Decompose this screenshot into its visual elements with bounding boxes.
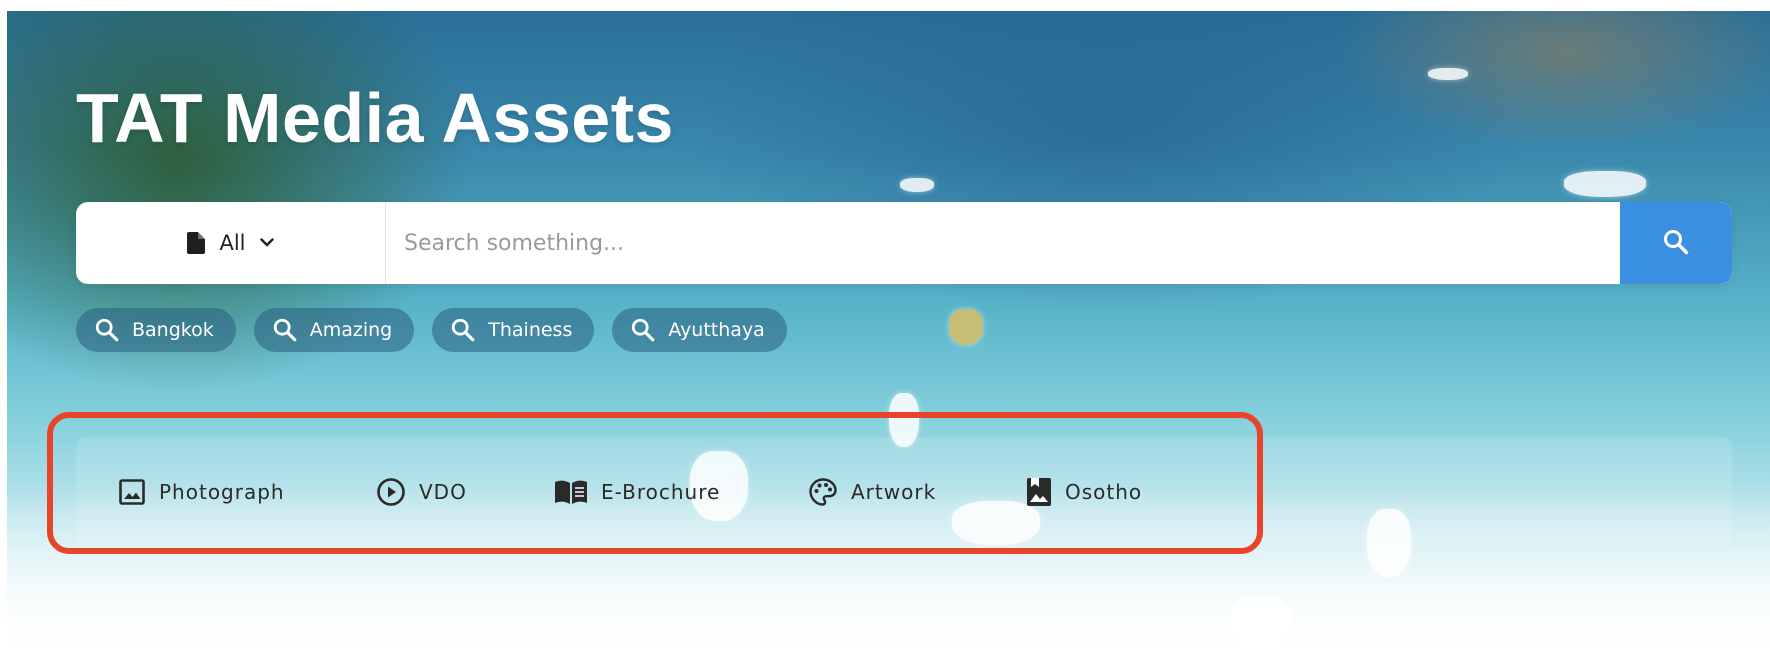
quick-search-chip[interactable]: Amazing (253, 308, 415, 352)
page-title: TAT Media Assets (76, 79, 674, 157)
quick-search-chips: Bangkok Amazing Thainess Ayutthaya (76, 308, 787, 352)
search-icon (94, 317, 120, 343)
boat (1231, 596, 1291, 646)
search-icon (630, 317, 656, 343)
search-input[interactable] (386, 202, 1620, 284)
file-icon (187, 232, 206, 254)
category-dropdown[interactable]: All (76, 202, 386, 284)
chip-label: Thainess (488, 319, 573, 341)
search-icon (450, 317, 476, 343)
boat (1428, 68, 1468, 80)
chip-label: Bangkok (132, 319, 214, 341)
boat (949, 309, 983, 345)
search-icon (272, 317, 298, 343)
quick-search-chip[interactable]: Thainess (432, 308, 595, 352)
boat (1564, 171, 1646, 197)
search-bar: All (76, 202, 1732, 284)
chip-label: Ayutthaya (668, 319, 765, 341)
chip-label: Amazing (309, 319, 393, 341)
quick-search-chip[interactable]: Ayutthaya (612, 308, 787, 352)
boat (900, 178, 934, 192)
quick-search-chip[interactable]: Bangkok (76, 308, 236, 352)
category-value: All (219, 231, 246, 255)
search-icon (1662, 228, 1690, 259)
highlight-box (47, 412, 1263, 554)
search-button[interactable] (1620, 202, 1732, 284)
chevron-down-icon (259, 238, 274, 248)
